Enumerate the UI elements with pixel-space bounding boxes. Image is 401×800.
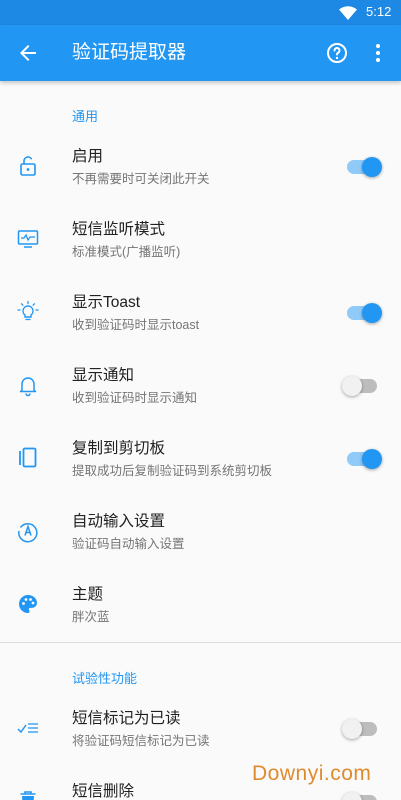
- setting-auto-input[interactable]: 自动输入设置 验证码自动输入设置: [0, 495, 401, 567]
- copy-clipboard-toggle[interactable]: [344, 449, 382, 469]
- setting-subtitle: 胖次蓝: [72, 610, 110, 624]
- setting-copy-clipboard[interactable]: 复制到剪切板 提取成功后复制验证码到系统剪切板: [0, 422, 401, 494]
- delete-icon: [16, 789, 40, 800]
- mark-read-toggle[interactable]: [342, 719, 380, 739]
- mark-read-icon: [16, 716, 40, 740]
- auto-input-icon: [16, 519, 40, 543]
- page-title: 验证码提取器: [72, 41, 187, 63]
- setting-title: 自动输入设置: [72, 513, 166, 530]
- setting-subtitle: 将验证码短信标记为已读: [72, 734, 210, 748]
- show-toast-toggle[interactable]: [344, 303, 382, 323]
- section-header-experimental: 试验性功能: [72, 671, 138, 686]
- section-header-general: 通用: [72, 109, 99, 124]
- more-vert-icon[interactable]: [366, 41, 390, 65]
- setting-subtitle: 验证码自动输入设置: [72, 537, 185, 551]
- setting-title: 显示Toast: [72, 294, 141, 311]
- watermark: Downyi.com: [252, 762, 372, 785]
- setting-mark-read[interactable]: 短信标记为已读 将验证码短信标记为已读: [0, 692, 401, 764]
- lightbulb-icon: [16, 300, 40, 324]
- wifi-icon: [339, 5, 357, 24]
- show-notification-toggle[interactable]: [342, 376, 380, 396]
- section-divider: [0, 642, 401, 643]
- lock-open-icon: [16, 154, 40, 178]
- arrow-back-icon[interactable]: [16, 41, 40, 65]
- setting-subtitle: 提取成功后复制验证码到系统剪切板: [72, 464, 273, 478]
- setting-title: 短信标记为已读: [72, 710, 181, 727]
- setting-title: 显示通知: [72, 367, 135, 384]
- setting-theme[interactable]: 主题 胖次蓝: [0, 568, 401, 640]
- setting-title: 短信删除: [72, 783, 135, 800]
- setting-title: 短信监听模式: [72, 221, 166, 238]
- help-circle-icon[interactable]: [325, 41, 349, 65]
- status-time: 5:12: [366, 4, 392, 19]
- setting-subtitle: 标准模式(广播监听): [72, 245, 181, 259]
- setting-enable[interactable]: 启用 不再需要时可关闭此开关: [0, 130, 401, 202]
- sms-delete-toggle[interactable]: [342, 792, 380, 800]
- palette-icon: [16, 592, 40, 616]
- setting-show-notification[interactable]: 显示通知 收到验证码时显示通知: [0, 349, 401, 421]
- setting-show-toast[interactable]: 显示Toast 收到验证码时显示toast: [0, 276, 401, 348]
- enable-toggle[interactable]: [344, 157, 382, 177]
- setting-subtitle: 收到验证码时显示通知: [72, 391, 198, 405]
- setting-sms-listen-mode[interactable]: 短信监听模式 标准模式(广播监听): [0, 203, 401, 275]
- setting-subtitle: 收到验证码时显示toast: [72, 318, 200, 332]
- setting-title: 启用: [72, 148, 104, 165]
- app-bar: 验证码提取器: [0, 25, 401, 81]
- monitor-icon: [16, 227, 40, 251]
- status-bar: 5:12: [0, 0, 401, 25]
- setting-subtitle: 不再需要时可关闭此开关: [72, 172, 210, 186]
- setting-title: 主题: [72, 586, 104, 603]
- copy-icon: [16, 446, 40, 470]
- setting-title: 复制到剪切板: [72, 440, 166, 457]
- bell-icon: [16, 373, 40, 397]
